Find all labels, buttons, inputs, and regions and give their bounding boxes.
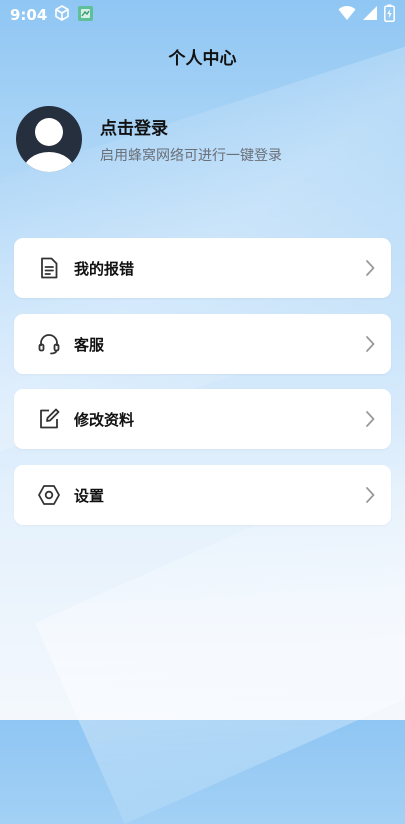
page-title: 个人中心 <box>168 49 237 69</box>
headset-icon <box>36 331 62 357</box>
menu-item-label: 修改资料 <box>74 410 135 429</box>
menu-item-label: 设置 <box>74 486 105 505</box>
menu-item-my-reports[interactable]: 我的报错 <box>14 238 391 298</box>
menu-item-label: 客服 <box>74 335 105 354</box>
chevron-right-icon <box>363 409 377 429</box>
chevron-right-icon <box>363 258 377 278</box>
settings-icon <box>36 482 62 508</box>
status-bar: 9:04 <box>0 0 405 30</box>
menu-item-edit-profile[interactable]: 修改资料 <box>14 389 391 449</box>
app-notification-icon <box>77 5 94 26</box>
avatar-icon[interactable] <box>16 106 82 172</box>
edit-icon <box>36 406 62 432</box>
login-subtitle: 启用蜂窝网络可进行一键登录 <box>100 147 282 164</box>
login-title[interactable]: 点击登录 <box>100 114 282 139</box>
cellular-signal-icon <box>362 5 378 25</box>
chevron-right-icon <box>363 485 377 505</box>
login-profile[interactable]: 点击登录 启用蜂窝网络可进行一键登录 <box>16 104 396 174</box>
wifi-icon <box>338 5 356 25</box>
cube-icon <box>53 4 71 26</box>
document-icon <box>36 255 62 281</box>
status-time: 9:04 <box>10 6 48 24</box>
menu-item-settings[interactable]: 设置 <box>14 465 391 525</box>
chevron-right-icon <box>363 334 377 354</box>
menu-item-customer-service[interactable]: 客服 <box>14 314 391 374</box>
battery-icon <box>384 4 395 26</box>
menu-item-label: 我的报错 <box>74 259 135 278</box>
